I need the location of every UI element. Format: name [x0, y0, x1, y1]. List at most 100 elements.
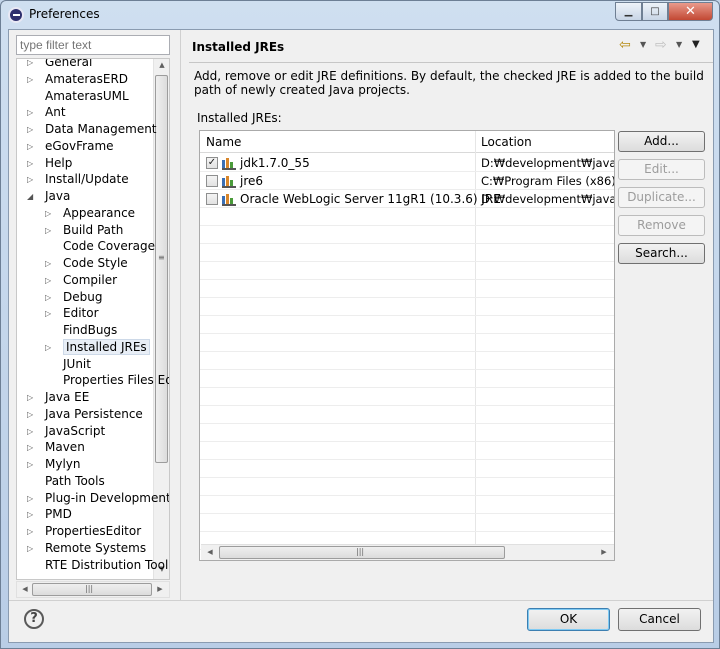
expand-arrow-icon[interactable]: ▷ [27, 71, 37, 88]
expand-arrow-icon[interactable]: ▷ [27, 523, 37, 540]
duplicate-button[interactable]: Duplicate... [618, 187, 705, 208]
expand-arrow-icon[interactable]: ▷ [27, 490, 37, 507]
maximize-button[interactable]: □ [642, 2, 668, 21]
expand-arrow-icon[interactable]: ▷ [27, 540, 37, 557]
tree-item[interactable]: AmaterasUML [27, 88, 129, 105]
title-bar[interactable]: Preferences ▁ □ ✕ [1, 1, 719, 29]
expand-arrow-icon[interactable]: ▷ [45, 222, 55, 239]
tree-item[interactable]: ▷ JavaScript [27, 423, 105, 440]
tree-item[interactable]: ▷ PropertiesEditor [27, 523, 141, 540]
table-row[interactable]: ✓ jdk1.7.0_55 D:₩development₩java₩jdk [200, 154, 614, 172]
tree-horizontal-scrollbar[interactable]: ◀ ||| ▶ [16, 581, 170, 598]
tree-item[interactable]: ▷ eGovFrame [27, 138, 114, 155]
tree-item[interactable]: ▷ Appearance [45, 205, 135, 222]
tree-item[interactable]: ▷ Help [27, 155, 72, 172]
row-checkbox[interactable]: ✓ [206, 157, 218, 169]
tree-item[interactable]: ▷ Java EE [27, 389, 89, 406]
tree-item[interactable]: Code Coverage [45, 238, 155, 255]
expand-arrow-icon[interactable]: ▷ [27, 439, 37, 456]
view-menu-icon[interactable]: ▼ [692, 39, 700, 50]
expanded-arrow-icon[interactable]: ◢ [27, 188, 37, 205]
remove-button[interactable]: Remove [618, 215, 705, 236]
minimize-button[interactable]: ▁ [615, 2, 642, 21]
tree-item[interactable]: ▷ Code Style [45, 255, 128, 272]
expand-arrow-icon[interactable]: ▷ [45, 255, 55, 272]
row-checkbox[interactable] [206, 193, 218, 205]
tree-hscroll-thumb[interactable]: ||| [32, 583, 152, 596]
filter-input[interactable] [16, 35, 170, 55]
tree-item[interactable]: ▷ Plug-in Development [27, 490, 169, 507]
scroll-up-icon[interactable]: ▲ [155, 61, 169, 69]
tree-item[interactable]: Path Tools [27, 473, 105, 490]
expand-arrow-icon[interactable]: ▷ [45, 305, 55, 322]
tree-item[interactable]: ▷ General [27, 59, 92, 71]
cancel-button[interactable]: Cancel [618, 608, 701, 631]
expand-arrow-icon[interactable]: ▷ [27, 155, 37, 172]
panel-splitter[interactable] [180, 30, 181, 600]
column-header-name[interactable]: Name [206, 135, 241, 149]
tree-item-label: Code Coverage [63, 239, 156, 254]
expand-arrow-icon[interactable]: ▷ [27, 59, 37, 71]
forward-icon[interactable]: ⇨ [655, 37, 667, 53]
expand-arrow-icon[interactable] [27, 473, 37, 490]
add-button[interactable]: Add... [618, 131, 705, 152]
expand-arrow-icon[interactable] [45, 356, 55, 373]
table-row[interactable]: Oracle WebLogic Server 11gR1 (10.3.6) JR… [200, 190, 614, 208]
tree-item[interactable]: ▷ Build Path [45, 222, 123, 239]
expand-arrow-icon[interactable]: ▷ [27, 138, 37, 155]
expand-arrow-icon[interactable] [27, 557, 37, 574]
tree-item[interactable]: ▷ Ant [27, 104, 66, 121]
expand-arrow-icon[interactable]: ▷ [27, 104, 37, 121]
expand-arrow-icon[interactable] [27, 88, 37, 105]
table-hscroll-thumb[interactable]: ||| [219, 546, 505, 559]
tree-item[interactable]: ▷ Installed JREs [45, 338, 150, 356]
tree-item[interactable]: ▷ Java Persistence [27, 406, 143, 423]
expand-arrow-icon[interactable] [45, 238, 55, 255]
ok-button[interactable]: OK [527, 608, 610, 631]
tree-item-label: Java EE [45, 390, 90, 404]
expand-arrow-icon[interactable]: ▷ [45, 289, 55, 306]
scroll-left-icon[interactable]: ◀ [203, 548, 217, 556]
expand-arrow-icon[interactable]: ▷ [45, 205, 55, 222]
column-header-location[interactable]: Location [481, 135, 532, 149]
row-checkbox[interactable] [206, 175, 218, 187]
scroll-right-icon[interactable]: ▶ [153, 585, 167, 593]
tree-item[interactable]: RTE Distribution Tool [27, 557, 168, 574]
expand-arrow-icon[interactable] [45, 372, 55, 389]
forward-menu-icon[interactable]: ▼ [676, 40, 682, 49]
expand-arrow-icon[interactable]: ▷ [27, 506, 37, 523]
tree-item[interactable]: FindBugs [45, 322, 117, 339]
table-horizontal-scrollbar[interactable]: ◀ ||| ▶ [201, 544, 614, 560]
back-icon[interactable]: ⇦ [619, 37, 631, 53]
scroll-right-icon[interactable]: ▶ [597, 548, 611, 556]
tree-item[interactable]: ▷ Debug [45, 289, 102, 306]
tree-item[interactable]: ▷ Remote Systems [27, 540, 146, 557]
tree-item[interactable]: ▷ PMD [27, 506, 72, 523]
search-button[interactable]: Search... [618, 243, 705, 264]
expand-arrow-icon[interactable]: ▷ [27, 406, 37, 423]
expand-arrow-icon[interactable]: ▷ [27, 171, 37, 188]
expand-arrow-icon[interactable]: ▷ [27, 423, 37, 440]
tree-item[interactable]: ▷ Maven [27, 439, 85, 456]
tree-item[interactable]: ▷ Install/Update [27, 171, 129, 188]
close-button[interactable]: ✕ [668, 2, 713, 21]
back-menu-icon[interactable]: ▼ [640, 40, 646, 49]
expand-arrow-icon[interactable]: ▷ [27, 456, 37, 473]
tree-item[interactable]: Properties Files Edito [45, 372, 169, 389]
expand-arrow-icon[interactable]: ▷ [27, 121, 37, 138]
tree-item[interactable]: ▷ Data Management [27, 121, 157, 138]
help-icon[interactable]: ? [24, 609, 44, 629]
expand-arrow-icon[interactable]: ▷ [45, 339, 55, 356]
table-row[interactable]: jre6 C:₩Program Files (x86)₩Ja [200, 172, 614, 190]
expand-arrow-icon[interactable]: ▷ [27, 389, 37, 406]
tree-item[interactable]: ▷ Editor [45, 305, 99, 322]
tree-item[interactable]: ▷ Mylyn [27, 456, 81, 473]
tree-item[interactable]: ▷ AmaterasERD [27, 71, 128, 88]
expand-arrow-icon[interactable]: ▷ [45, 272, 55, 289]
tree-item[interactable]: ▷ Compiler [45, 272, 117, 289]
expand-arrow-icon[interactable] [45, 322, 55, 339]
tree-item[interactable]: ◢ Java [27, 188, 70, 205]
edit-button[interactable]: Edit... [618, 159, 705, 180]
scroll-left-icon[interactable]: ◀ [18, 585, 32, 593]
tree-item[interactable]: JUnit [45, 356, 91, 373]
